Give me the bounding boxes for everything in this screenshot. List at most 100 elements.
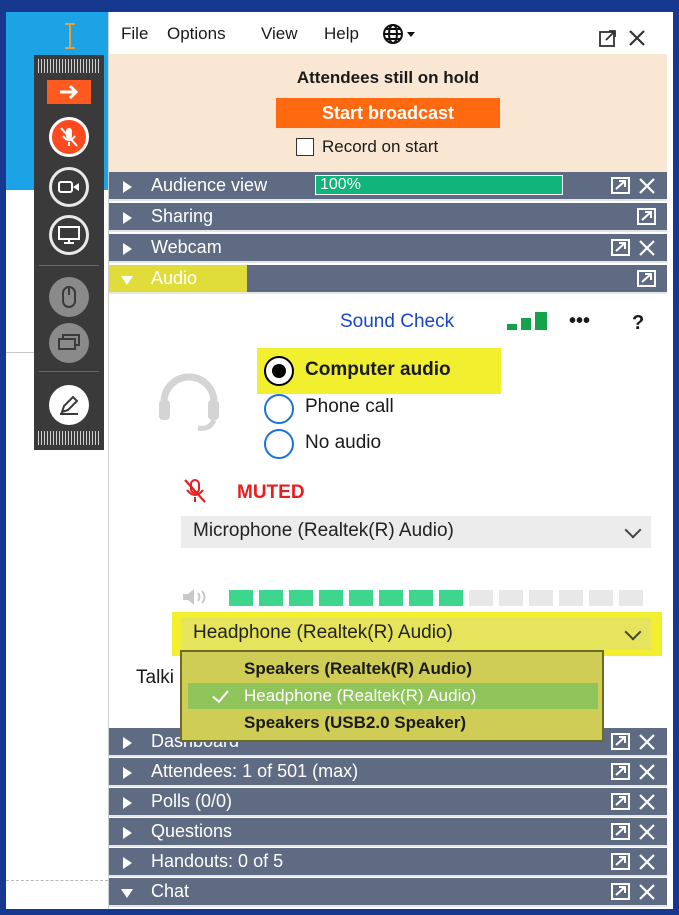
expand-arrow-icon xyxy=(123,857,132,869)
close-icon[interactable] xyxy=(627,28,647,48)
talking-label: Talki xyxy=(136,667,175,688)
cursor-i-beam-icon xyxy=(65,23,75,49)
speaker-option[interactable]: Speakers (Realtek(R) Audio) xyxy=(188,656,598,682)
section-label: Webcam xyxy=(151,237,222,257)
screen-share-icon[interactable] xyxy=(49,323,89,363)
section-label: Questions xyxy=(151,821,233,841)
popout-icon[interactable] xyxy=(599,29,617,47)
control-panel: File Options View Help Attendees still o… xyxy=(108,12,667,909)
hold-banner: Attendees still on hold Start broadcast … xyxy=(109,54,667,182)
mic-muted-icon[interactable] xyxy=(49,117,89,157)
menu-file[interactable]: File xyxy=(121,24,148,44)
section-chat[interactable]: Chat xyxy=(109,878,667,907)
expand-arrow-icon xyxy=(123,827,132,839)
microphone-select[interactable]: Microphone (Realtek(R) Audio) xyxy=(181,516,651,548)
screen-icon[interactable] xyxy=(49,215,89,255)
popout-icon[interactable] xyxy=(611,177,631,195)
start-broadcast-button[interactable]: Start broadcast xyxy=(276,98,500,128)
section-label: Polls (0/0) xyxy=(151,791,233,811)
section-questions[interactable]: Questions xyxy=(109,818,667,847)
radio-computer-audio[interactable] xyxy=(264,356,294,386)
arrow-right-icon[interactable] xyxy=(47,80,91,104)
level-meter-segment xyxy=(229,590,253,606)
popout-icon[interactable] xyxy=(611,883,631,901)
mic-muted-icon[interactable] xyxy=(183,478,207,504)
section-audience-view[interactable]: Audience view 100% xyxy=(109,172,667,201)
popout-icon[interactable] xyxy=(637,270,657,288)
more-options[interactable]: ••• xyxy=(569,310,590,333)
close-icon[interactable] xyxy=(637,763,657,781)
section-sharing[interactable]: Sharing xyxy=(109,203,667,232)
section-audio[interactable]: Audio xyxy=(109,265,667,294)
collapse-arrow-icon xyxy=(121,889,133,898)
progress-text: 100% xyxy=(320,176,361,193)
level-meter-segment xyxy=(469,590,493,606)
expand-arrow-icon xyxy=(123,737,132,749)
record-on-start-checkbox[interactable] xyxy=(296,138,314,156)
title-strip xyxy=(0,0,679,12)
audience-view-progress: 100% xyxy=(315,175,563,195)
close-icon[interactable] xyxy=(637,177,657,195)
sound-check-link[interactable]: Sound Check xyxy=(340,311,454,333)
microphone-value: Microphone (Realtek(R) Audio) xyxy=(193,520,454,541)
checkmark-icon xyxy=(212,685,229,704)
level-meter-segment xyxy=(379,590,403,606)
section-label: Handouts: 0 of 5 xyxy=(151,851,284,871)
toolbar-divider xyxy=(39,265,99,266)
webcam-icon[interactable] xyxy=(49,167,89,207)
radio-phone-call[interactable] xyxy=(264,394,294,424)
toolbar-grip-bottom[interactable] xyxy=(38,431,100,445)
close-icon[interactable] xyxy=(637,793,657,811)
popout-icon[interactable] xyxy=(611,823,631,841)
menu-view[interactable]: View xyxy=(261,24,298,44)
help-button[interactable]: ? xyxy=(632,312,644,335)
popout-icon[interactable] xyxy=(637,208,657,226)
popout-icon[interactable] xyxy=(611,853,631,871)
level-meter-segment xyxy=(529,590,553,606)
level-meter-segment xyxy=(349,590,373,606)
section-label: Sharing xyxy=(151,206,214,226)
speaker-icon xyxy=(183,589,206,605)
option-label: Speakers (Realtek(R) Audio) xyxy=(244,659,472,678)
close-icon[interactable] xyxy=(637,883,657,901)
close-icon[interactable] xyxy=(637,853,657,871)
menu-options[interactable]: Options xyxy=(167,24,226,44)
section-label: Chat xyxy=(151,881,190,901)
globe-icon[interactable] xyxy=(382,23,422,45)
close-icon[interactable] xyxy=(637,823,657,841)
speaker-option-selected[interactable]: Headphone (Realtek(R) Audio) xyxy=(188,683,598,709)
expand-arrow-icon xyxy=(123,243,132,255)
popout-icon[interactable] xyxy=(611,793,631,811)
expand-arrow-icon xyxy=(123,767,132,779)
section-attendees[interactable]: Attendees: 1 of 501 (max) xyxy=(109,758,667,787)
radio-no-audio[interactable] xyxy=(264,429,294,459)
section-webcam[interactable]: Webcam xyxy=(109,234,667,263)
toolbar-grip-top[interactable] xyxy=(38,59,100,73)
expand-arrow-icon xyxy=(123,212,132,224)
level-meter-segment xyxy=(619,590,643,606)
menu-help[interactable]: Help xyxy=(324,24,359,44)
record-on-start-label: Record on start xyxy=(322,137,439,156)
popout-icon[interactable] xyxy=(611,763,631,781)
signal-bars-icon xyxy=(507,312,547,330)
record-on-start-row[interactable]: Record on start xyxy=(296,137,438,157)
level-meter-segment xyxy=(439,590,463,606)
section-handouts[interactable]: Handouts: 0 of 5 xyxy=(109,848,667,877)
expand-arrow-icon xyxy=(123,797,132,809)
level-meter-segment xyxy=(289,590,313,606)
chevron-down-icon xyxy=(624,521,642,539)
level-meter-segment xyxy=(409,590,433,606)
left-toolbar xyxy=(34,55,104,450)
mouse-icon[interactable] xyxy=(49,277,89,317)
close-icon[interactable] xyxy=(637,239,657,257)
close-icon[interactable] xyxy=(637,733,657,751)
speaker-select[interactable]: Headphone (Realtek(R) Audio) xyxy=(181,618,651,650)
section-label: Audience view xyxy=(151,175,268,195)
pen-icon[interactable] xyxy=(49,385,89,425)
popout-icon[interactable] xyxy=(611,733,631,751)
speaker-option[interactable]: Speakers (USB2.0 Speaker) xyxy=(188,710,598,736)
option-label: Speakers (USB2.0 Speaker) xyxy=(244,713,467,732)
popout-icon[interactable] xyxy=(611,239,631,257)
section-polls[interactable]: Polls (0/0) xyxy=(109,788,667,817)
level-meter-segment xyxy=(319,590,343,606)
